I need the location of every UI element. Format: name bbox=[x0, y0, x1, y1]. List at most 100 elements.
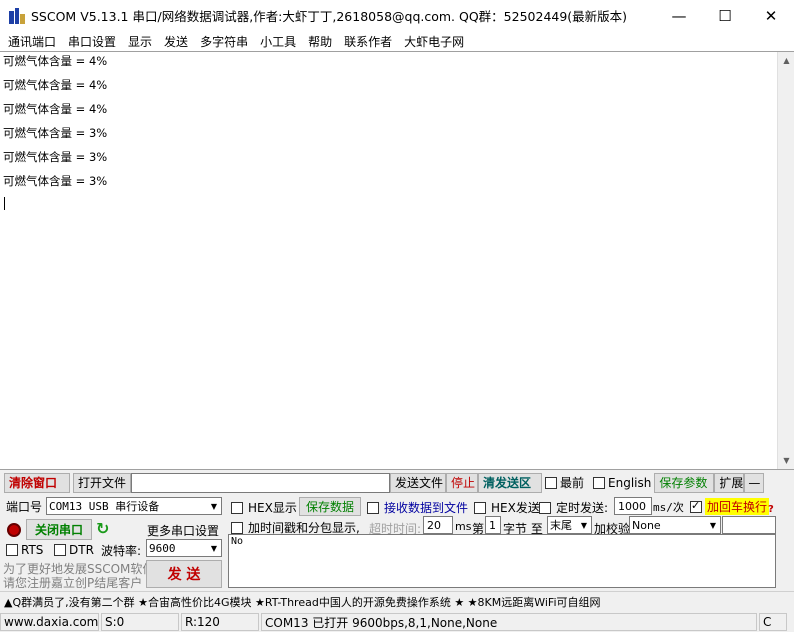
sent-count: S:0 bbox=[101, 613, 179, 631]
add-crlf-option[interactable]: 加回车换行 bbox=[690, 498, 770, 515]
menu-tools[interactable]: 小工具 bbox=[254, 33, 302, 50]
maximize-button[interactable]: ☐ bbox=[702, 0, 748, 31]
timed-unit-label: ms/次 bbox=[653, 501, 684, 514]
hex-display-label: HEX显示 bbox=[248, 501, 297, 515]
promo-line-2: 请您注册嘉立创P结尾客户 bbox=[3, 576, 143, 590]
send-file-button[interactable]: 发送文件 bbox=[390, 472, 446, 493]
menu-send[interactable]: 发送 bbox=[158, 33, 194, 50]
menu-display[interactable]: 显示 bbox=[122, 33, 158, 50]
menu-contact[interactable]: 联系作者 bbox=[338, 33, 398, 50]
rts-checkbox[interactable] bbox=[6, 544, 18, 556]
rts-option[interactable]: RTS bbox=[6, 543, 43, 557]
scroll-down-icon[interactable]: ▼ bbox=[778, 452, 794, 469]
minimize-button[interactable]: — bbox=[656, 0, 702, 31]
send-text-area[interactable]: No bbox=[228, 534, 776, 588]
english-option[interactable]: English bbox=[593, 476, 651, 490]
receive-line: 可燃气体含量 = 3% bbox=[3, 126, 108, 140]
timed-interval-input[interactable]: 1000 bbox=[614, 497, 652, 515]
chevron-down-icon[interactable]: ▼ bbox=[207, 498, 221, 514]
english-label: English bbox=[608, 475, 652, 490]
port-select[interactable]: COM13 USB 串行设备 ▼ bbox=[46, 497, 222, 515]
receive-lines: 可燃气体含量 = 4% 可燃气体含量 = 4% 可燃气体含量 = 4% 可燃气体… bbox=[3, 52, 773, 196]
hex-display-option[interactable]: HEX显示 bbox=[231, 499, 297, 516]
timed-send-option[interactable]: 定时发送: bbox=[539, 499, 608, 516]
topmost-checkbox[interactable] bbox=[545, 476, 557, 489]
end-select[interactable]: 末尾 ▼ bbox=[547, 516, 592, 534]
menu-bar: 通讯端口 串口设置 显示 发送 多字符串 小工具 帮助 联系作者 大虾电子网 bbox=[0, 31, 794, 51]
status-flag: C bbox=[759, 613, 787, 631]
english-checkbox[interactable] bbox=[593, 476, 606, 489]
close-port-button[interactable]: 关闭串口 bbox=[26, 519, 92, 540]
stop-button[interactable]: 停止 bbox=[446, 472, 478, 493]
file-path-input[interactable] bbox=[131, 472, 390, 493]
more-serial-settings-link[interactable]: 更多串口设置 bbox=[147, 522, 219, 539]
timeout-unit-label: ms bbox=[455, 520, 472, 533]
timed-send-label: 定时发送: bbox=[556, 501, 609, 515]
port-value: COM13 USB 串行设备 bbox=[49, 500, 160, 513]
text-caret bbox=[4, 197, 5, 210]
settings-panel: 端口号 COM13 USB 串行设备 ▼ 关闭串口 ↻ 更多串口设置 RTS D… bbox=[0, 494, 794, 590]
refresh-icon[interactable]: ↻ bbox=[96, 519, 109, 538]
recv-to-file-label: 接收数据到文件 bbox=[384, 501, 469, 515]
dtr-checkbox[interactable] bbox=[54, 544, 66, 556]
baud-select[interactable]: 9600 ▼ bbox=[146, 539, 222, 557]
receive-line: 可燃气体含量 = 4% bbox=[3, 54, 108, 68]
save-data-button[interactable]: 保存数据 bbox=[299, 497, 361, 516]
receive-line: 可燃气体含量 = 3% bbox=[3, 150, 108, 164]
chevron-down-icon[interactable]: ▼ bbox=[706, 517, 720, 533]
menu-serial-settings[interactable]: 串口设置 bbox=[62, 33, 122, 50]
title-bar: SSCOM V5.13.1 串口/网络数据调试器,作者:大虾丁丁,2618058… bbox=[0, 0, 794, 31]
receive-scrollbar[interactable]: ▲ ▼ bbox=[777, 52, 794, 469]
port-label: 端口号 bbox=[6, 500, 43, 514]
dtr-label: DTR bbox=[69, 543, 94, 557]
expand-button[interactable]: 扩展 bbox=[714, 472, 745, 493]
scroll-up-icon[interactable]: ▲ bbox=[778, 52, 794, 69]
port-status-text: COM13 已打开 9600bps,8,1,None,None bbox=[261, 613, 757, 631]
receive-line: 可燃气体含量 = 4% bbox=[3, 102, 108, 116]
close-button[interactable]: ✕ bbox=[748, 0, 794, 31]
collapse-button[interactable]: — bbox=[744, 472, 765, 493]
receive-line: 可燃气体含量 = 4% bbox=[3, 78, 108, 92]
chevron-down-icon[interactable]: ▼ bbox=[207, 540, 221, 556]
hex-send-checkbox[interactable] bbox=[474, 501, 486, 514]
chevron-down-icon[interactable]: ▼ bbox=[577, 517, 591, 533]
status-bar: www.daxia.com S:0 R:120 COM13 已打开 9600bp… bbox=[0, 612, 794, 632]
window-title: SSCOM V5.13.1 串口/网络数据调试器,作者:大虾丁丁,2618058… bbox=[31, 9, 628, 24]
hex-send-label: HEX发送 bbox=[491, 501, 540, 515]
menu-multi-string[interactable]: 多字符串 bbox=[194, 33, 254, 50]
sscom-app-icon bbox=[9, 7, 25, 24]
add-crlf-label: 加回车换行 bbox=[705, 498, 770, 515]
checksum-select[interactable]: None ▼ bbox=[629, 516, 721, 534]
send-text-value: No bbox=[231, 536, 244, 547]
timed-send-checkbox[interactable] bbox=[539, 501, 551, 514]
promo-marquee[interactable]: ▲Q群满员了,没有第二个群 ★合宙高性价比4G模块 ★RT-Thread中国人的… bbox=[0, 591, 794, 611]
send-button[interactable]: 发 送 bbox=[146, 560, 222, 588]
topmost-option[interactable]: 最前 bbox=[545, 474, 584, 491]
baud-label: 波特率: bbox=[101, 544, 142, 558]
timestamp-checkbox[interactable] bbox=[231, 521, 243, 534]
rts-label: RTS bbox=[21, 543, 44, 557]
recv-to-file-option[interactable]: 接收数据到文件 bbox=[367, 499, 468, 516]
hex-send-option[interactable]: HEX发送 bbox=[474, 499, 540, 516]
add-crlf-checkbox[interactable] bbox=[690, 499, 702, 513]
menu-daxia[interactable]: 大虾电子网 bbox=[398, 33, 470, 50]
clear-send-area-button[interactable]: 清发送区 bbox=[478, 472, 542, 493]
checksum-value: None bbox=[632, 518, 661, 532]
receive-area[interactable]: 可燃气体含量 = 4% 可燃气体含量 = 4% 可燃气体含量 = 4% 可燃气体… bbox=[0, 51, 794, 470]
clear-window-button[interactable]: 清除窗口 bbox=[4, 472, 70, 493]
open-file-button[interactable]: 打开文件 bbox=[73, 472, 131, 493]
topmost-label: 最前 bbox=[560, 476, 585, 490]
timeout-input[interactable]: 20 bbox=[423, 516, 453, 534]
hex-display-checkbox[interactable] bbox=[231, 501, 243, 514]
website-link[interactable]: www.daxia.com bbox=[0, 613, 99, 631]
dtr-option[interactable]: DTR bbox=[54, 543, 94, 557]
save-params-button[interactable]: 保存参数 bbox=[654, 472, 715, 493]
menu-port[interactable]: 通讯端口 bbox=[2, 33, 62, 50]
nth-byte-input[interactable]: 1 bbox=[485, 516, 501, 534]
port-status-led-icon bbox=[7, 523, 21, 537]
help-question-icon[interactable]: ? bbox=[768, 504, 774, 515]
menu-help[interactable]: 帮助 bbox=[302, 33, 338, 50]
checksum-extra-input[interactable] bbox=[722, 516, 776, 534]
received-count: R:120 bbox=[181, 613, 259, 631]
recv-to-file-checkbox[interactable] bbox=[367, 501, 379, 514]
